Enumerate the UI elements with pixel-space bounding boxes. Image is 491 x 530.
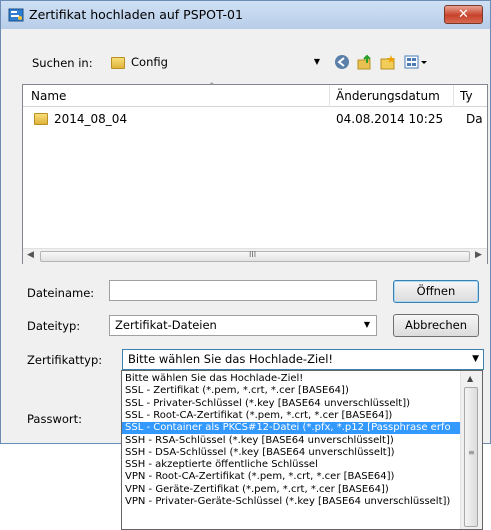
scroll-up-icon[interactable]: ▲ [467, 374, 473, 383]
filetype-label: Dateityp: [27, 319, 81, 333]
sort-arrow-icon: ^ [208, 82, 216, 92]
column-header-date[interactable]: Änderungsdatum [336, 89, 440, 103]
close-button[interactable]: ✕ [444, 5, 483, 24]
lookin-combo[interactable]: Config ▼ [102, 52, 327, 73]
horizontal-scrollbar[interactable]: ◀ III ▶ [23, 248, 487, 264]
dropdown-option[interactable]: SSH - akzeptierte öffentliche Schlüssel [122, 459, 460, 471]
column-header-type[interactable]: Ty [460, 89, 473, 103]
grip-icon: III [249, 250, 257, 259]
certificate-icon [8, 7, 24, 23]
dropdown-option[interactable]: SSL - Privater-Schlüssel (*.key [BASE64 … [122, 398, 460, 410]
password-label: Passwort: [27, 412, 83, 426]
scroll-left-icon[interactable]: ◀ [27, 250, 34, 260]
list-item[interactable]: 2014_08_04 04.08.2014 10:25 Da [23, 111, 487, 129]
file-type: Da [466, 112, 483, 126]
dropdown-option[interactable]: SSL - Root-CA-Zertifikat (*.pem, *.crt, … [122, 410, 460, 422]
dropdown-option[interactable]: SSL - Container als PKCS#12-Datei (*.pfx… [122, 422, 460, 435]
vertical-scrollbar[interactable]: ▲ ≡ [460, 371, 482, 529]
lookin-value: Config [131, 55, 168, 69]
scroll-thumb[interactable]: ≡ [464, 387, 478, 527]
folder-icon [34, 113, 48, 125]
lookin-label: Suchen in: [32, 56, 93, 70]
list-header: Name ^ Änderungsdatum Ty [23, 82, 487, 107]
window-title: Zertifikat hochladen auf PSPOT-01 [29, 7, 243, 22]
file-name: 2014_08_04 [54, 112, 128, 126]
filetype-value: Zertifikat-Dateien [115, 318, 217, 332]
chevron-down-icon: ▼ [472, 354, 479, 364]
chevron-down-icon: ▼ [313, 57, 320, 66]
certtype-label: Zertifikattyp: [27, 353, 103, 367]
dropdown-option[interactable]: SSH - DSA-Schlüssel (*.key [BASE64 unver… [122, 447, 460, 459]
certtype-dropdown-list[interactable]: Bitte wählen Sie das Hochlade-Ziel! SSL -… [121, 370, 483, 530]
dropdown-option[interactable]: SSL - Zertifikat (*.pem, *.crt, *.cer [B… [122, 385, 460, 397]
column-header-name[interactable]: Name [31, 89, 66, 103]
scroll-thumb[interactable]: III [40, 250, 470, 262]
open-button[interactable]: Öffnen [393, 280, 479, 303]
dropdown-option[interactable]: Bitte wählen Sie das Hochlade-Ziel! [122, 373, 460, 385]
grip-icon: ≡ [468, 448, 475, 457]
back-icon[interactable] [334, 54, 350, 70]
filetype-combo[interactable]: Zertifikat-Dateien ▼ [109, 315, 377, 336]
view-menu-icon[interactable] [404, 54, 428, 70]
new-folder-icon[interactable] [380, 54, 396, 70]
filename-input[interactable] [109, 280, 377, 301]
dropdown-option[interactable]: VPN - Privater-Geräte-Schlüssel (*.key [… [122, 496, 460, 508]
file-date: 04.08.2014 10:25 [336, 112, 444, 126]
dropdown-option[interactable]: VPN - Geräte-Zertifikat (*.pem, *.crt, *… [122, 484, 460, 496]
scroll-right-icon[interactable]: ▶ [475, 250, 482, 260]
folder-icon [111, 57, 125, 69]
file-list[interactable]: Name ^ Änderungsdatum Ty 2014_08_04 04.0… [22, 82, 488, 264]
certtype-value: Bitte wählen Sie das Hochlade-Ziel! [128, 352, 334, 366]
chevron-down-icon: ▼ [363, 320, 370, 329]
dropdown-option[interactable]: VPN - Root-CA-Zertifikat (*.pem, *.crt, … [122, 471, 460, 483]
filename-label: Dateiname: [27, 286, 95, 300]
cancel-button[interactable]: Abbrechen [393, 314, 479, 337]
certtype-combo[interactable]: Bitte wählen Sie das Hochlade-Ziel! ▼ [122, 349, 484, 370]
title-bar[interactable]: Zertifikat hochladen auf PSPOT-01 ✕ [1, 1, 490, 29]
up-folder-icon[interactable] [357, 54, 373, 70]
dropdown-option[interactable]: SSH - RSA-Schlüssel (*.key [BASE64 unver… [122, 435, 460, 447]
